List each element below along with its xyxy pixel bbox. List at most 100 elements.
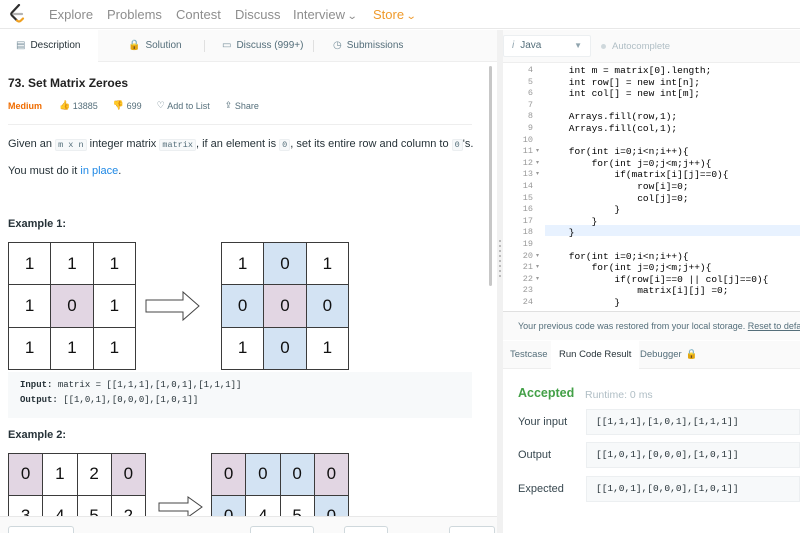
matrix-cell: 1 (7, 326, 52, 371)
line-number: 7 (527, 99, 533, 110)
tab-discuss-label: Discuss (999+) (236, 40, 304, 51)
example-1-heading: Example 1: (8, 218, 67, 230)
code-line: if(row[i]==0 || col[j]==0){ (546, 273, 769, 285)
code-line: for(int j=0;j<m;j++){ (546, 262, 712, 274)
desc-text: , if an element is (195, 138, 277, 150)
fold-arrow-icon[interactable]: ▾ (536, 275, 539, 282)
bottom-button[interactable] (449, 526, 495, 533)
expected-label: Expected (518, 483, 564, 495)
reset-default-link[interactable]: Reset to default (748, 321, 800, 331)
matrix-cell: 1 (42, 453, 78, 496)
code-line: row[i]=0; (546, 181, 689, 192)
like-button[interactable]: 👍 13885 (59, 100, 98, 111)
problem-constraint: You must do it in place. (8, 165, 121, 177)
bottom-button[interactable] (250, 526, 314, 533)
scrollbar[interactable] (489, 66, 492, 286)
matrix-cell: 1 (220, 241, 265, 286)
dislike-button[interactable]: 👎 699 (113, 100, 142, 111)
share-button[interactable]: ⇪ Share (225, 100, 259, 111)
matrix-cell: 0 (263, 326, 307, 371)
nav-problems[interactable]: Problems (107, 7, 162, 22)
example-1-io: Input: matrix = [[1,1,1],[1,0,1],[1,1,1]… (8, 372, 472, 418)
bottom-button[interactable] (8, 526, 74, 533)
matrix-cell: 1 (7, 241, 52, 286)
document-icon: ▤ (16, 40, 26, 51)
output-label: Output (518, 449, 552, 461)
tab-testcase[interactable]: Testcase (510, 341, 548, 369)
heart-icon: ♡ (156, 100, 165, 111)
fold-arrow-icon[interactable]: ▾ (536, 252, 539, 259)
tab-discuss[interactable]: ▭ Discuss (999+) (222, 30, 303, 62)
line-number: 9 (527, 123, 533, 133)
difficulty-badge: Medium (8, 100, 43, 111)
nav-discuss[interactable]: Discuss (235, 7, 281, 22)
tab-debugger[interactable]: Debugger 🔒 (640, 341, 698, 369)
line-number: 4 (527, 65, 533, 75)
nav-interview[interactable]: Interview ⌄ (293, 7, 358, 22)
problem-meta: Medium 👍 13885 👎 699 ♡ Add to List ⇪ Sha… (8, 100, 259, 111)
nav-interview-label: Interview (293, 7, 346, 22)
fold-arrow-icon[interactable]: ▾ (536, 159, 539, 166)
result-runtime: Runtime: 0 ms (585, 389, 653, 401)
desc-text: . (118, 165, 122, 177)
problem-panel: ▤ Description 🔒 Solution ▭ Discuss (999+) ◷… (0, 30, 497, 533)
tab-submissions-label: Submissions (346, 40, 404, 51)
tab-run-code-result[interactable]: Run Code Result (551, 341, 640, 369)
code-line: } (546, 297, 621, 308)
your-input-value: [[1,1,1],[1,0,1],[1,1,1]] (586, 409, 800, 435)
share-label: Share (234, 100, 259, 111)
language-select[interactable]: i Java ▼ (503, 35, 591, 57)
matrix-cell: 0 (279, 453, 315, 496)
leetcode-logo-icon[interactable] (9, 4, 27, 24)
bottom-button[interactable] (344, 526, 388, 533)
matrix-cell: 1 (305, 326, 350, 371)
info-icon: i (512, 40, 515, 51)
matrix-cell: 2 (76, 453, 112, 496)
drag-handle-icon (499, 240, 501, 280)
restore-notice: Your previous code was restored from you… (503, 311, 800, 340)
code-line: int row[] = new int[n]; (546, 76, 700, 88)
result-status: Accepted (518, 386, 575, 400)
top-nav: Explore Problems Contest Discuss Intervi… (0, 0, 800, 29)
matrix-cell: 1 (50, 326, 94, 371)
code-editor[interactable]: 4 int m = matrix[0].length; 5 int row[] =… (503, 63, 800, 311)
matrix-cell: 0 (263, 241, 307, 286)
line-number: 11 (522, 146, 533, 157)
tab-description[interactable]: ▤ Description (0, 30, 98, 62)
output-value: [[1,0,1],[0,0,0],[1,0,1]] (63, 395, 199, 405)
in-place-link[interactable]: in place (80, 165, 118, 177)
line-number: 15 (522, 192, 533, 203)
nav-store[interactable]: Store ⌄ (373, 7, 417, 22)
input-label: Input: (20, 380, 53, 390)
problem-title: 73. Set Matrix Zeroes (8, 76, 129, 90)
fold-arrow-icon[interactable]: ▾ (536, 170, 539, 177)
lock-icon: 🔒 (685, 349, 698, 360)
language-label: Java (520, 40, 542, 51)
matrix-cell: 1 (305, 241, 350, 286)
tab-divider (313, 40, 314, 52)
nav-contest[interactable]: Contest (176, 7, 221, 22)
output-label: Output: (20, 395, 58, 405)
matrix-cell: 1 (92, 284, 137, 328)
code-line: col[j]=0; (546, 192, 689, 204)
code-line: } (546, 215, 598, 227)
line-number: 23 (522, 285, 533, 296)
tab-submissions[interactable]: ◷ Submissions (333, 30, 403, 62)
thumbs-up-icon: 👍 (59, 100, 71, 111)
result-tabs: Testcase Run Code Result Debugger 🔒 (503, 341, 800, 369)
tab-solution[interactable]: 🔒 Solution (128, 30, 182, 62)
nav-explore[interactable]: Explore (49, 7, 93, 22)
output-value: [[1,0,1],[0,0,0],[1,0,1]] (586, 442, 800, 468)
fold-arrow-icon[interactable]: ▾ (536, 147, 539, 154)
restore-text: Your previous code was restored from you… (518, 321, 746, 331)
desc-text: , set its entire row and column to (290, 138, 449, 150)
add-to-list-button[interactable]: ♡ Add to List (157, 100, 210, 111)
autocomplete-toggle[interactable]: Autocomplete (601, 41, 670, 52)
matrix-cell: 0 (305, 284, 350, 328)
example-1-input-matrix: 111 101 111 (7, 241, 137, 371)
inline-code: matrix (159, 139, 196, 151)
desc-text: You must do it (8, 165, 78, 177)
fold-arrow-icon[interactable]: ▾ (536, 263, 539, 270)
code-line: if(matrix[i][j]==0){ (546, 169, 729, 181)
inline-code: 0 (279, 139, 291, 151)
